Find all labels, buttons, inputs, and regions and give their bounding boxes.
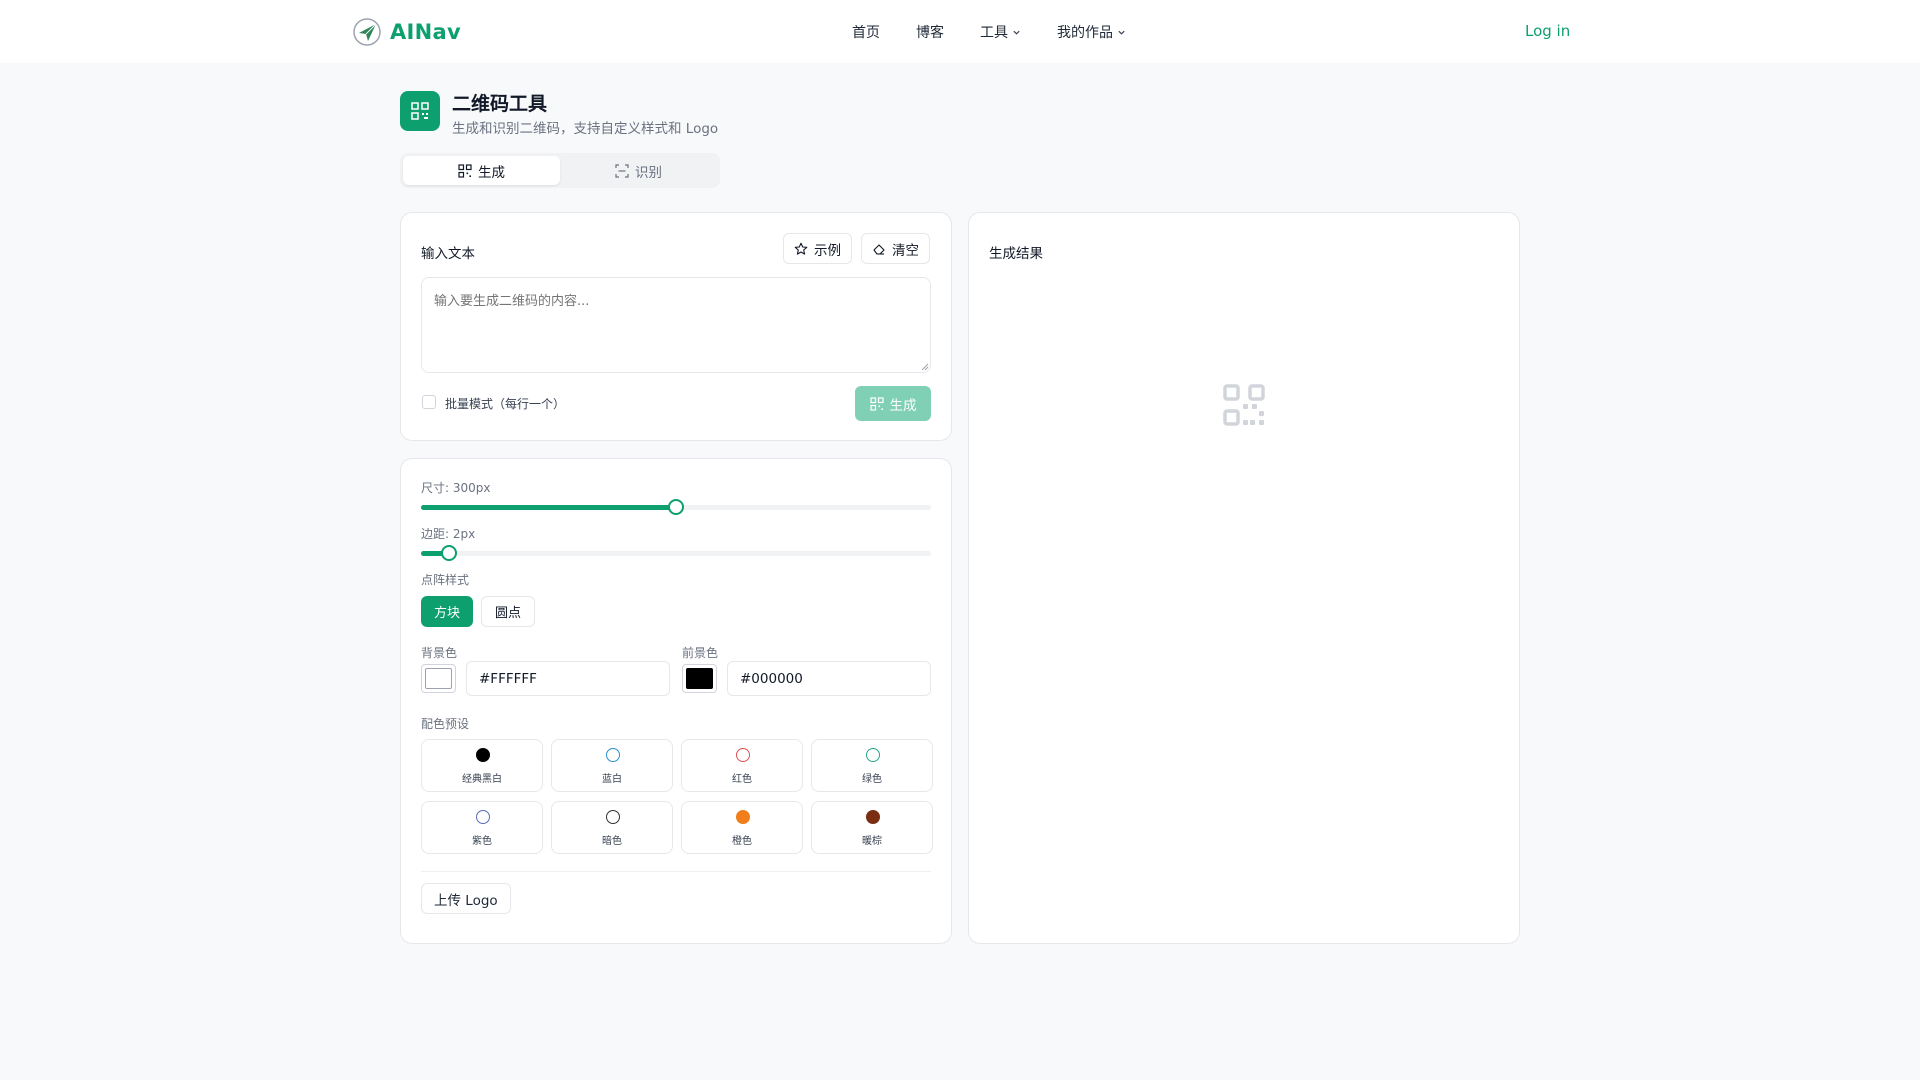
preset-1[interactable]: 蓝白 xyxy=(551,739,673,792)
preset-5[interactable]: 暗色 xyxy=(551,801,673,854)
preset-2[interactable]: 红色 xyxy=(681,739,803,792)
tab-generate[interactable]: 生成 xyxy=(403,156,560,185)
generate-button-label: 生成 xyxy=(889,397,917,414)
example-button[interactable]: 示例 xyxy=(783,233,852,264)
divider xyxy=(421,871,931,872)
brand[interactable]: AINav xyxy=(352,17,461,47)
nav-item-tools[interactable]: 工具 xyxy=(980,22,1021,42)
qr-code-icon xyxy=(411,102,429,120)
generate-button[interactable]: 生成 xyxy=(855,386,931,421)
main-nav: 首页 博客 工具 我的作品 xyxy=(852,22,1162,42)
presets-label: 配色预设 xyxy=(421,717,470,731)
dot-style-round-button[interactable]: 圆点 xyxy=(481,596,535,627)
preset-7[interactable]: 暖棕 xyxy=(811,801,933,854)
preset-color-dot xyxy=(606,810,620,824)
fg-color-input[interactable]: #000000 xyxy=(727,661,931,696)
preset-6[interactable]: 橙色 xyxy=(681,801,803,854)
preset-name: 紫色 xyxy=(472,836,492,847)
qr-placeholder-icon xyxy=(1223,384,1265,426)
preset-color-dot xyxy=(736,748,750,762)
nav-item-blog[interactable]: 博客 xyxy=(916,22,944,42)
size-slider-thumb[interactable] xyxy=(668,499,684,515)
size-label: 尺寸: 300px xyxy=(421,481,491,495)
dot-style-square-button[interactable]: 方块 xyxy=(421,596,473,627)
margin-slider-thumb[interactable] xyxy=(441,545,458,561)
bg-color-input[interactable]: #FFFFFF xyxy=(466,661,670,696)
settings-card: 尺寸: 300px 边距: 2px 点阵样式 方块 圆点 背景色 #FFFFFF… xyxy=(400,458,952,944)
size-slider[interactable] xyxy=(421,499,931,515)
eraser-icon xyxy=(873,243,885,255)
star-icon xyxy=(794,242,808,255)
preset-0[interactable]: 经典黑白 xyxy=(421,739,543,792)
size-slider-fill xyxy=(421,505,676,510)
preset-color-dot xyxy=(866,810,880,824)
preset-name: 暗色 xyxy=(602,836,622,847)
dot-style-label: 点阵样式 xyxy=(421,573,470,587)
preset-name: 绿色 xyxy=(862,774,882,785)
qr-tool-icon xyxy=(400,91,440,131)
page-subtitle: 生成和识别二维码，支持自定义样式和 Logo xyxy=(452,121,719,137)
preset-3[interactable]: 绿色 xyxy=(811,739,933,792)
fg-color-label: 前景色 xyxy=(682,646,719,660)
chevron-down-icon xyxy=(1118,30,1125,35)
example-button-label: 示例 xyxy=(814,242,841,259)
nav-item-home[interactable]: 首页 xyxy=(852,22,880,42)
tab-label: 识别 xyxy=(635,164,662,181)
clear-button[interactable]: 清空 xyxy=(861,233,930,264)
chevron-down-icon xyxy=(1013,30,1020,35)
batch-mode-label: 批量模式（每行一个） xyxy=(445,397,566,411)
resize-grip-icon[interactable] xyxy=(921,363,929,371)
bg-color-label: 背景色 xyxy=(421,646,458,660)
login-link[interactable]: Log in xyxy=(1525,22,1570,40)
preset-color-dot xyxy=(476,748,490,762)
text-input[interactable] xyxy=(421,277,931,373)
preset-color-dot xyxy=(736,810,750,824)
tab-label: 生成 xyxy=(478,164,505,181)
input-card-title: 输入文本 xyxy=(421,246,475,262)
qr-code-icon xyxy=(458,163,472,178)
preset-name: 经典黑白 xyxy=(462,774,502,785)
tab-scan[interactable]: 识别 xyxy=(560,156,717,185)
margin-label: 边距: 2px xyxy=(421,527,476,541)
preset-name: 红色 xyxy=(732,774,752,785)
nav-item-label: 首页 xyxy=(852,25,880,41)
brand-name: AINav xyxy=(390,20,462,44)
qr-code-icon xyxy=(869,396,884,411)
nav-item-label: 工具 xyxy=(980,25,1008,41)
input-card: 输入文本 示例 清空 批量模式（每行一个） 生成 xyxy=(400,212,952,441)
fg-color-swatch[interactable] xyxy=(682,664,717,693)
preset-4[interactable]: 紫色 xyxy=(421,801,543,854)
result-card-title: 生成结果 xyxy=(989,246,1043,262)
preset-color-dot xyxy=(606,748,620,762)
preset-color-dot xyxy=(866,748,880,762)
upload-logo-button[interactable]: 上传 Logo xyxy=(421,883,511,914)
preset-name: 橙色 xyxy=(732,836,752,847)
batch-mode-checkbox[interactable] xyxy=(422,395,436,409)
clear-button-label: 清空 xyxy=(892,242,919,259)
top-header: AINav 首页 博客 工具 我的作品 Log in xyxy=(0,0,1920,63)
brand-logo-icon xyxy=(353,18,381,46)
nav-item-my-works[interactable]: 我的作品 xyxy=(1057,22,1126,42)
mode-tabs: 生成 识别 xyxy=(400,153,720,188)
preset-name: 蓝白 xyxy=(602,774,622,785)
preset-color-dot xyxy=(476,810,490,824)
preset-name: 暖棕 xyxy=(862,836,882,847)
page-title: 二维码工具 xyxy=(452,93,548,115)
scan-icon xyxy=(615,163,629,178)
nav-item-label: 博客 xyxy=(916,25,944,41)
bg-color-swatch[interactable] xyxy=(421,664,456,693)
nav-item-label: 我的作品 xyxy=(1057,25,1113,41)
result-card: 生成结果 xyxy=(968,212,1520,944)
margin-slider[interactable] xyxy=(421,545,931,561)
